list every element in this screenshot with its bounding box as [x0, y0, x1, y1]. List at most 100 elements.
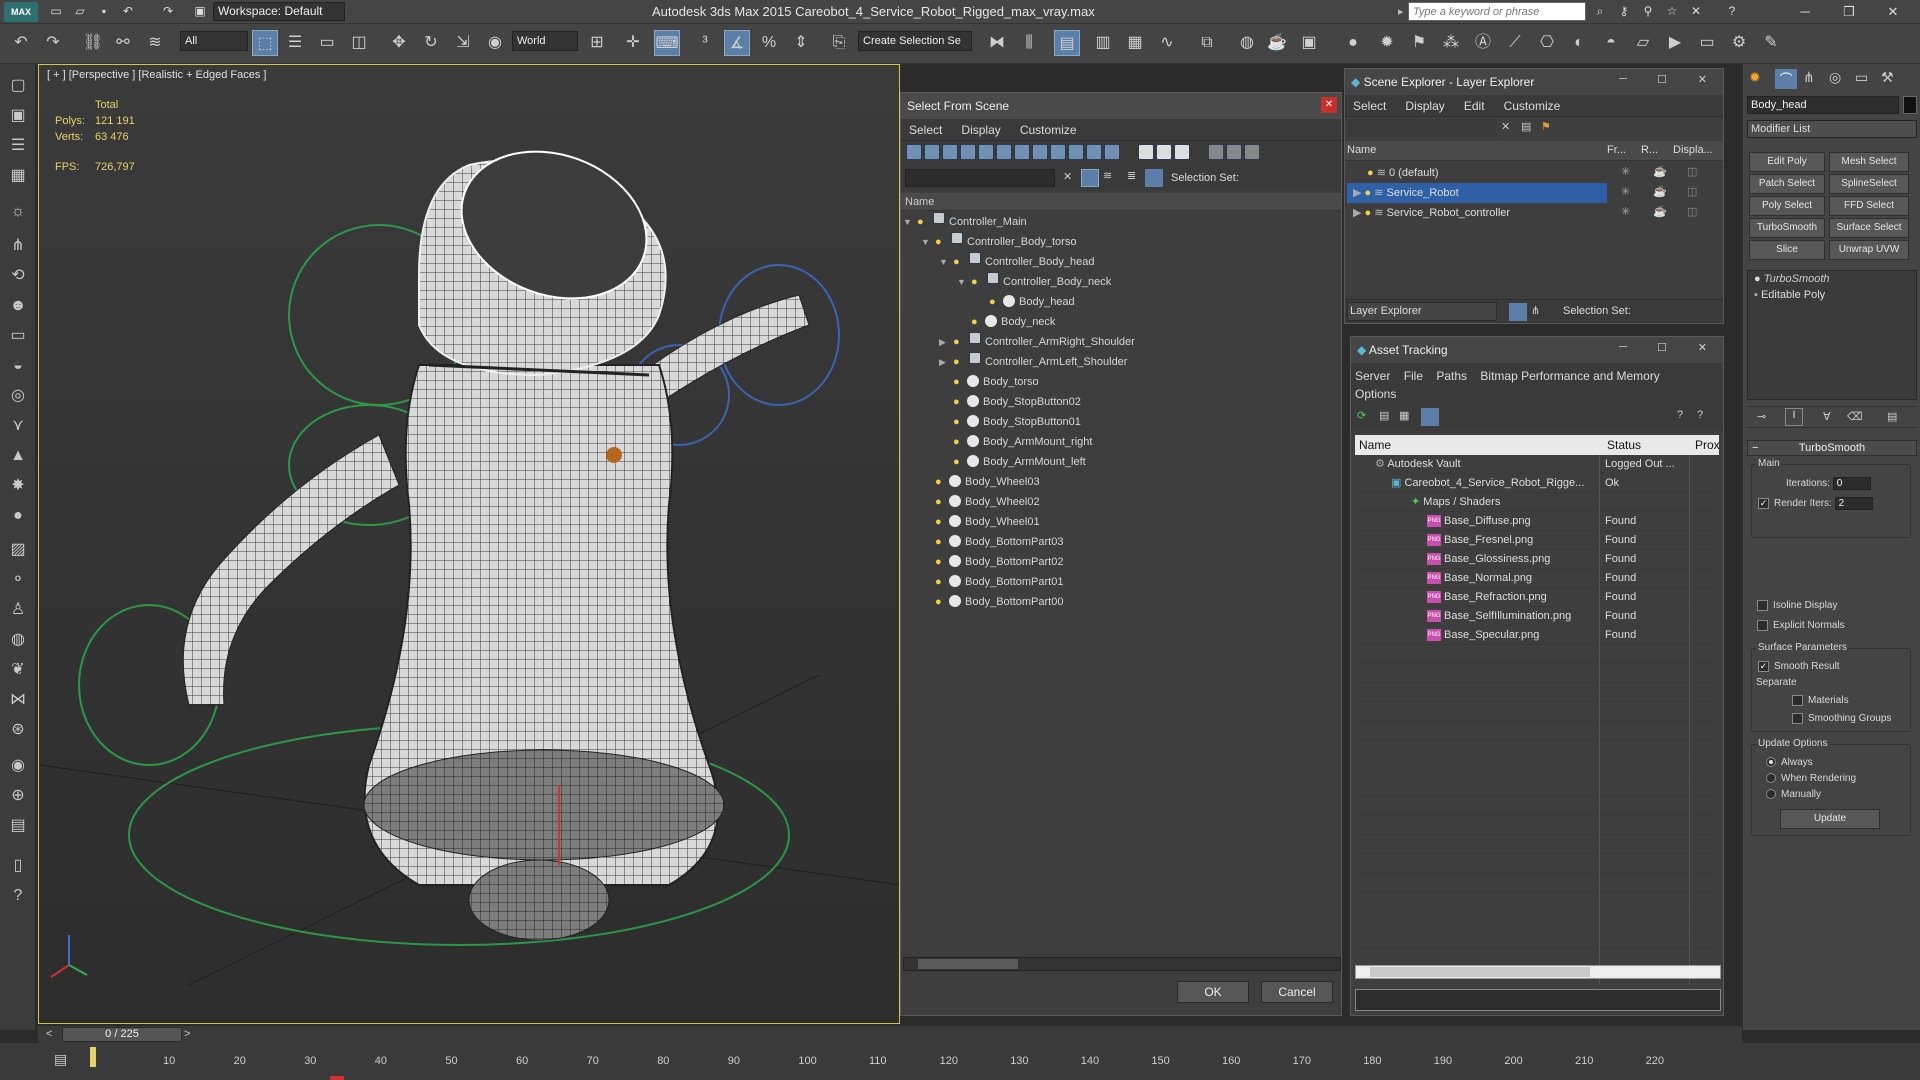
layer-row-service-robot-controller[interactable]: ▶ ● ≋ Service_Robot_controller [1347, 203, 1607, 223]
list-item[interactable]: ● Body_neck [971, 312, 1055, 332]
select-invert-icon[interactable] [1174, 144, 1191, 160]
restore-icon[interactable]: ❐ [1834, 2, 1864, 22]
list-item[interactable]: ▼ ● Controller_Main [903, 212, 1027, 232]
selection-filter-dropdown[interactable]: All [180, 31, 248, 51]
close-icon[interactable]: ✕ [1698, 341, 1707, 354]
isoline-display-checkbox[interactable] [1757, 600, 1768, 611]
filter-funnel-icon[interactable] [1208, 144, 1225, 160]
stack-icon[interactable]: ≣ [1127, 169, 1136, 182]
select-by-name-icon[interactable]: ☰ [282, 30, 308, 56]
scene-search-input[interactable] [905, 169, 1055, 187]
manually-row[interactable]: Manually [1766, 789, 1821, 800]
list-item[interactable]: ● Body_head [989, 292, 1075, 312]
render-toggle-icon[interactable]: ☕ [1653, 165, 1667, 178]
column-display[interactable]: Displa... [1673, 144, 1713, 156]
menu-select[interactable]: Select [1345, 95, 1394, 117]
help-tooltip-icon[interactable]: ? [1697, 409, 1703, 421]
list-item[interactable]: ● Body_ArmMount_right [953, 432, 1092, 452]
manually-radio[interactable] [1766, 789, 1776, 800]
scrollbar-thumb[interactable] [918, 959, 1018, 969]
screen-icon[interactable]: ▭ [1694, 30, 1720, 56]
asset-row-texture[interactable]: PNG Base_Fresnel.png [1427, 531, 1533, 550]
render-toggle-icon[interactable]: ☕ [1653, 205, 1667, 218]
search-expand-icon[interactable]: ▸ [1398, 5, 1404, 18]
edit-named-selection-icon[interactable]: ⎘ [826, 30, 852, 56]
frame-buffer-icon[interactable]: ▶ [1662, 30, 1688, 56]
freeze-toggle-icon[interactable]: ✳ [1621, 205, 1630, 218]
filter-bones-icon[interactable] [1050, 144, 1066, 160]
perspective-viewport[interactable]: [ + ] [Perspective ] [Realistic + Edged … [38, 64, 900, 1024]
list-icon[interactable]: ☰ [6, 134, 30, 158]
settings-icon[interactable]: ⚙ [1726, 30, 1752, 56]
scale-icon[interactable]: ⇲ [450, 30, 476, 56]
hierarchy-view-icon[interactable] [1226, 144, 1243, 160]
key-icon[interactable]: ⚷ [1616, 3, 1632, 19]
app-logo[interactable]: MAX [4, 2, 38, 22]
modifier-list-dropdown[interactable]: Modifier List [1747, 120, 1917, 138]
golden-sphere-icon[interactable]: ● [6, 504, 30, 528]
help-circle-icon[interactable]: ? [6, 884, 30, 908]
figure-icon[interactable]: ♙ [6, 598, 30, 622]
table-view-icon[interactable]: ▦ [1399, 409, 1409, 422]
list-item[interactable]: ● Body_Wheel03 [935, 472, 1040, 492]
update-button[interactable]: Update [1780, 809, 1880, 829]
object-color-swatch[interactable] [1903, 96, 1917, 114]
menu-customize[interactable]: Customize [1012, 119, 1085, 141]
filter-frozen-icon[interactable] [1086, 144, 1102, 160]
filter-groups-icon[interactable] [1014, 144, 1030, 160]
menu-edit[interactable]: Edit [1456, 95, 1493, 117]
turbosmooth-button[interactable]: TurboSmooth [1749, 218, 1825, 238]
percent-snap-icon[interactable]: % [756, 30, 782, 56]
rectangular-selection-icon[interactable]: ▭ [314, 30, 340, 56]
new-file-icon[interactable]: ▭ [48, 3, 64, 19]
cone-icon[interactable]: ▲ [6, 444, 30, 468]
menu-display[interactable]: Display [1397, 95, 1452, 117]
smoothing-groups-row[interactable]: Smoothing Groups [1792, 713, 1891, 724]
isoline-display-row[interactable]: Isoline Display [1757, 600, 1837, 611]
layer-mode-icon[interactable] [1509, 303, 1527, 321]
menu-paths[interactable]: Paths [1436, 369, 1477, 383]
curve-editor-icon[interactable]: ∿ [1154, 30, 1180, 56]
spinner-snap-icon[interactable]: ⇕ [788, 30, 814, 56]
plane-icon[interactable]: ▱ [1630, 30, 1656, 56]
hatch-icon[interactable]: ▨ [6, 538, 30, 562]
layers-icon[interactable]: ≋ [1103, 169, 1112, 182]
tree-view-icon[interactable] [1421, 408, 1439, 426]
column-name[interactable]: Name [1347, 144, 1376, 156]
edit-poly-button[interactable]: Edit Poly [1749, 152, 1825, 172]
close-icon[interactable]: ✕ [1321, 97, 1337, 113]
column-status[interactable]: Status [1607, 438, 1641, 452]
burst-icon[interactable]: ✸ [6, 474, 30, 498]
layer-row-service-robot[interactable]: ▶ ● ≋ Service_Robot [1347, 183, 1607, 203]
globe-icon[interactable]: ◍ [6, 628, 30, 652]
smoothing-groups-checkbox[interactable] [1792, 713, 1803, 724]
modify-tab-icon[interactable]: ⌒ [1775, 69, 1797, 89]
ffd-select-button[interactable]: FFD Select [1829, 196, 1909, 216]
turbosmooth-rollout-header[interactable]: − TurboSmooth [1747, 440, 1917, 456]
material-sphere-icon[interactable]: ◉ [6, 754, 30, 778]
asset-row-maps-shaders[interactable]: ✦ Maps / Shaders [1411, 493, 1500, 512]
render-setup-icon[interactable]: ☕ [1264, 30, 1290, 56]
bone-icon[interactable]: ⟋ [1502, 30, 1528, 56]
pivot-center-icon[interactable]: ⊞ [584, 30, 610, 56]
explorer-type-dropdown[interactable]: Layer Explorer [1347, 302, 1497, 321]
biped-icon[interactable]: ☻ [6, 294, 30, 318]
next-frame-icon[interactable]: > [184, 1028, 190, 1040]
favorites-star-icon[interactable]: ☆ [1664, 3, 1680, 19]
asset-row-texture[interactable]: PNG Base_Glossiness.png [1427, 550, 1550, 569]
asset-path-field[interactable] [1355, 989, 1721, 1011]
filter-spacewarps-icon[interactable] [996, 144, 1012, 160]
cancel-button[interactable]: Cancel [1261, 981, 1333, 1003]
toggle-scene-explorer-icon[interactable]: ▤ [1054, 30, 1080, 56]
expand-icon[interactable]: ▪ [1754, 289, 1758, 301]
search-input[interactable]: Type a keyword or phrase [1408, 2, 1586, 21]
place-icon[interactable]: ◉ [482, 30, 508, 56]
list-item[interactable]: ● Body_StopButton01 [953, 412, 1081, 432]
display-toggle-icon[interactable]: ◫ [1687, 185, 1697, 198]
layer-search-input[interactable] [1347, 119, 1497, 137]
list-item[interactable]: ▶ ● Controller_ArmLeft_Shoulder [939, 352, 1127, 372]
clear-search-icon[interactable]: ✕ [1063, 170, 1072, 183]
remove-modifier-icon[interactable]: ⌫ [1847, 410, 1863, 423]
patch-select-button[interactable]: Patch Select [1749, 174, 1825, 194]
angle-snap-icon[interactable]: ∡ [724, 30, 750, 56]
